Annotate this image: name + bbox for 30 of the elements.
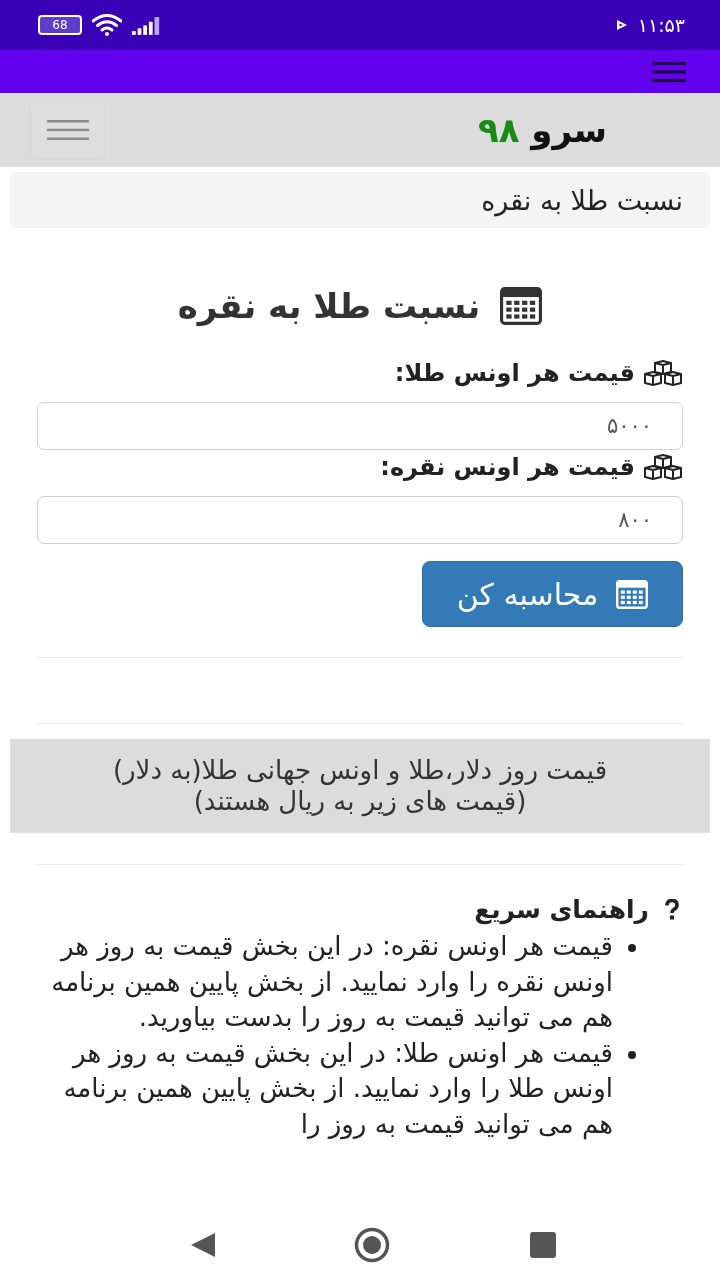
signal-icon: [132, 15, 162, 35]
page-title: نسبت طلا به نقره: [177, 285, 481, 328]
wifi-icon: [92, 14, 122, 36]
home-icon[interactable]: [354, 1227, 390, 1263]
clock-time: ۱۱:۵۳: [637, 14, 685, 36]
bullet-icon: [628, 944, 636, 952]
price-input[interactable]: ۵۰۰۰: [37, 402, 683, 450]
help-heading: راهنمای سریع: [474, 895, 649, 925]
field-label: قیمت هر اونس طلا:: [394, 359, 635, 387]
menu-button[interactable]: [30, 101, 105, 159]
recents-icon[interactable]: [530, 1232, 556, 1258]
play-icon: [615, 19, 628, 31]
field-label: قیمت هر اونس نقره:: [380, 453, 635, 481]
bullet-icon: [628, 1050, 636, 1059]
breadcrumb-item[interactable]: نسبت طلا به نقره: [481, 184, 683, 216]
calculator-icon: [500, 287, 543, 325]
battery-indicator: 68: [38, 15, 82, 35]
banner-text: قیمت روز دلار،طلا و اونس جهانی طلا(به دلار): [111, 755, 609, 786]
cubes-icon: [643, 453, 683, 481]
cubes-icon: [643, 359, 683, 387]
help-text: قیمت هر اونس طلا: در این بخش قیمت به روز هر اونس طلا را وارد نمایید. از بخش پایین همین برنامه هم می توانید قیمت به روز را: [62, 1036, 613, 1142]
banner-text: (قیمت های زیر به ریال هستند): [192, 786, 528, 817]
menu-icon: [46, 120, 89, 140]
price-input[interactable]: ۸۰۰: [37, 496, 683, 544]
calculator-icon: [616, 579, 649, 609]
help-text: قیمت هر اونس نقره: در این بخش قیمت به روز هر اونس نقره را وارد نمایید. از بخش پایین همین برنامه هم می توانید قیمت به روز را بدست بیاورید.: [50, 930, 613, 1035]
question-icon: [665, 899, 679, 921]
menu-icon[interactable]: [652, 61, 686, 82]
back-icon[interactable]: [190, 1232, 216, 1258]
calculate-button[interactable]: محاسبه کن: [422, 561, 683, 627]
